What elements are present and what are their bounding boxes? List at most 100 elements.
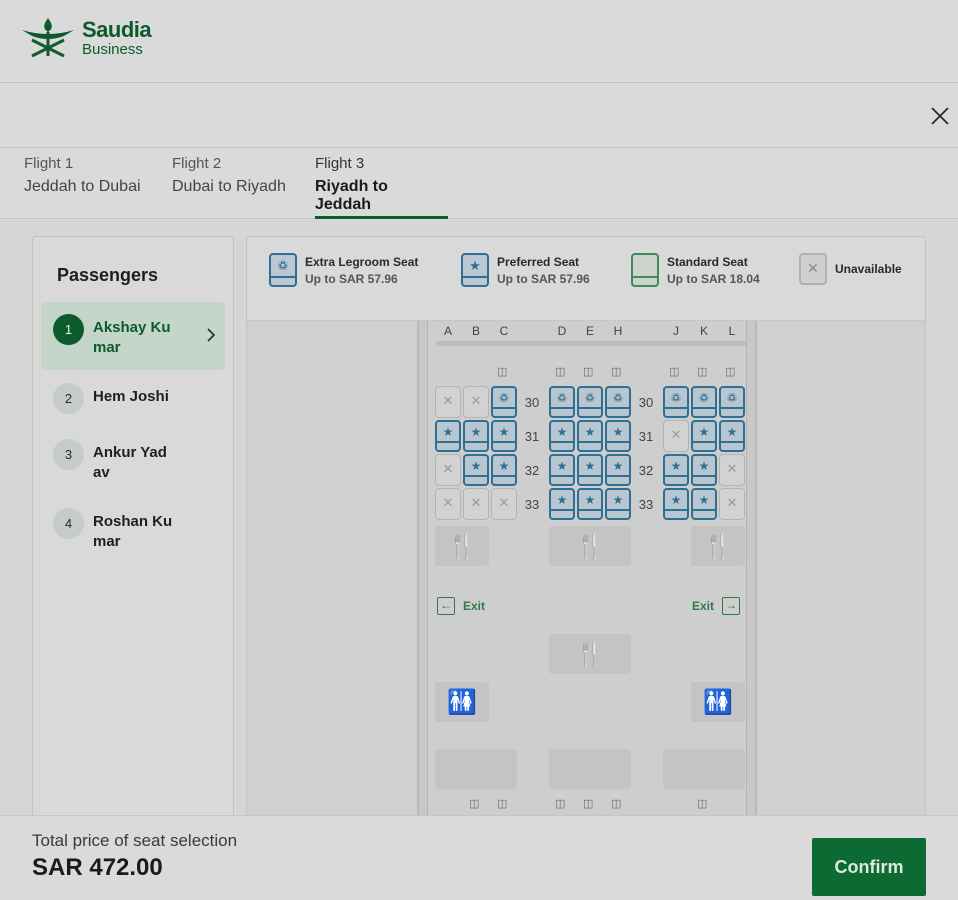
legend-price: Up to SAR 57.96 (305, 272, 398, 286)
star-icon: ★ (584, 459, 596, 473)
star-icon: ★ (498, 459, 510, 473)
cabin-block (663, 749, 745, 789)
galley-icon: 🍴 (435, 526, 489, 566)
seat-30D[interactable]: ♽ (549, 386, 575, 418)
seat-column-header: K (699, 324, 708, 338)
seat-30A: ✕ (435, 386, 461, 418)
seat-32B[interactable]: ★ (463, 454, 489, 486)
seat-31D[interactable]: ★ (549, 420, 575, 452)
row-number: 30 (524, 395, 540, 410)
star-icon: ★ (470, 459, 482, 473)
brand-sub: Business (82, 41, 143, 58)
exit-left-icon: ← (437, 597, 455, 615)
extra-legroom-icon: ♽ (698, 391, 710, 405)
footer-bar: Total price of seat selection SAR 472.00… (0, 815, 958, 900)
tab-flight-1[interactable]: Flight 1 Jeddah to Dubai (24, 155, 148, 219)
tab-flight-label: Flight 2 (172, 155, 222, 172)
legend-preferred: ★ Preferred Seat Up to SAR 57.96 (461, 253, 590, 287)
seat-column-header: H (613, 324, 623, 338)
seat-32C[interactable]: ★ (491, 454, 517, 486)
row-number: 33 (638, 497, 654, 512)
seat-column-header: A (443, 324, 452, 338)
tab-flight-2[interactable]: Flight 2 Dubai to Riyadh (172, 155, 292, 219)
total-price-label: Total price of seat selection (32, 831, 238, 850)
close-icon (931, 107, 949, 125)
legend-title: Standard Seat (667, 255, 748, 269)
seat-31B[interactable]: ★ (463, 420, 489, 452)
seat-31L[interactable]: ★ (719, 420, 745, 452)
seat-31K[interactable]: ★ (691, 420, 717, 452)
exit-label: Exit (692, 599, 715, 613)
confirm-button[interactable]: Confirm (812, 838, 926, 896)
x-icon: ✕ (470, 495, 482, 510)
seat-31C[interactable]: ★ (491, 420, 517, 452)
star-icon: ★ (670, 493, 682, 507)
x-icon: ✕ (470, 393, 482, 408)
seat-32H[interactable]: ★ (605, 454, 631, 486)
x-icon: ✕ (442, 393, 454, 408)
star-icon: ★ (670, 459, 682, 473)
seat-33J[interactable]: ★ (663, 488, 689, 520)
legend-price: Up to SAR 57.96 (497, 272, 590, 286)
seat-32J[interactable]: ★ (663, 454, 689, 486)
brand-name: Saudia (82, 17, 152, 42)
overhead-bin-icon: ◫ (611, 366, 622, 378)
seat-33E[interactable]: ★ (577, 488, 603, 520)
seat-32D[interactable]: ★ (549, 454, 575, 486)
extra-legroom-icon: ♽ (584, 391, 596, 405)
seat-33D[interactable]: ★ (549, 488, 575, 520)
seat-30L[interactable]: ♽ (719, 386, 745, 418)
cabin: A B C D E H J K L ◫ ◫ ◫ ◫ ◫ ◫ ◫ ✕ ✕ ♽ ♽ ♽ ♽ ♽ ♽ ♽ 30 30 ★ ★ ★ ★ ★ ★ ✕ ★ ★ 31… (427, 321, 747, 835)
galley-icon: 🍴 (691, 526, 745, 566)
seat-30C[interactable]: ♽ (491, 386, 517, 418)
saudia-logo[interactable]: Saudia Business (18, 16, 152, 60)
flight-tabs: Flight 1 Jeddah to Dubai Flight 2 Dubai … (0, 149, 958, 219)
x-icon: ✕ (442, 495, 454, 510)
seat-31A[interactable]: ★ (435, 420, 461, 452)
extra-legroom-icon: ♽ (498, 391, 510, 405)
legend-title: Preferred Seat (497, 255, 580, 269)
star-icon: ★ (442, 425, 454, 439)
star-icon: ★ (698, 493, 710, 507)
seat-30E[interactable]: ♽ (577, 386, 603, 418)
star-icon: ★ (584, 493, 596, 507)
row-number: 32 (638, 463, 654, 478)
star-icon: ★ (556, 493, 568, 507)
seat-column-header: L (728, 324, 736, 338)
seat-31H[interactable]: ★ (605, 420, 631, 452)
tab-flight-3[interactable]: Flight 3 Riyadh to Jeddah (315, 155, 448, 219)
passenger-name: Roshan Kumar (93, 513, 173, 550)
passenger-item-3[interactable]: 3 Ankur Yadav (41, 427, 225, 495)
palm-swords-icon (22, 18, 74, 58)
seat-32E[interactable]: ★ (577, 454, 603, 486)
close-button[interactable] (928, 104, 952, 128)
seat-30J[interactable]: ♽ (663, 386, 689, 418)
cabin-divider (436, 341, 746, 346)
seat-32L: ✕ (719, 454, 745, 486)
seat-30K[interactable]: ♽ (691, 386, 717, 418)
passenger-item-1[interactable]: 1 Akshay Kumar (41, 302, 225, 370)
seat-30H[interactable]: ♽ (605, 386, 631, 418)
tab-flight-route: Riyadh to Jeddah (315, 178, 388, 213)
aircraft-fuselage: A B C D E H J K L ◫ ◫ ◫ ◫ ◫ ◫ ◫ ✕ ✕ ♽ ♽ ♽ ♽ ♽ ♽ ♽ 30 30 ★ ★ ★ ★ ★ ★ ✕ ★ ★ 31… (417, 321, 757, 835)
total-price-value: SAR 472.00 (32, 854, 163, 881)
x-icon: ✕ (670, 427, 682, 442)
seat-31J: ✕ (663, 420, 689, 452)
star-icon: ★ (698, 459, 710, 473)
seat-33H[interactable]: ★ (605, 488, 631, 520)
row-number: 33 (524, 497, 540, 512)
passenger-number: 4 (53, 508, 84, 539)
legend-extra-legroom: ♽ Extra Legroom Seat Up to SAR 57.96 (269, 253, 418, 287)
extra-legroom-icon: ♽ (556, 391, 568, 405)
passenger-item-4[interactable]: 4 Roshan Kumar (41, 496, 225, 564)
seat-32K[interactable]: ★ (691, 454, 717, 486)
star-icon: ★ (461, 253, 489, 287)
overhead-bin-icon: ◫ (611, 798, 622, 810)
legend-title: Extra Legroom Seat (305, 255, 419, 269)
seat-33L: ✕ (719, 488, 745, 520)
overhead-bin-icon: ◫ (583, 366, 594, 378)
x-icon: ✕ (498, 495, 510, 510)
seat-33K[interactable]: ★ (691, 488, 717, 520)
galley-icon: 🍴 (549, 634, 631, 674)
seat-31E[interactable]: ★ (577, 420, 603, 452)
